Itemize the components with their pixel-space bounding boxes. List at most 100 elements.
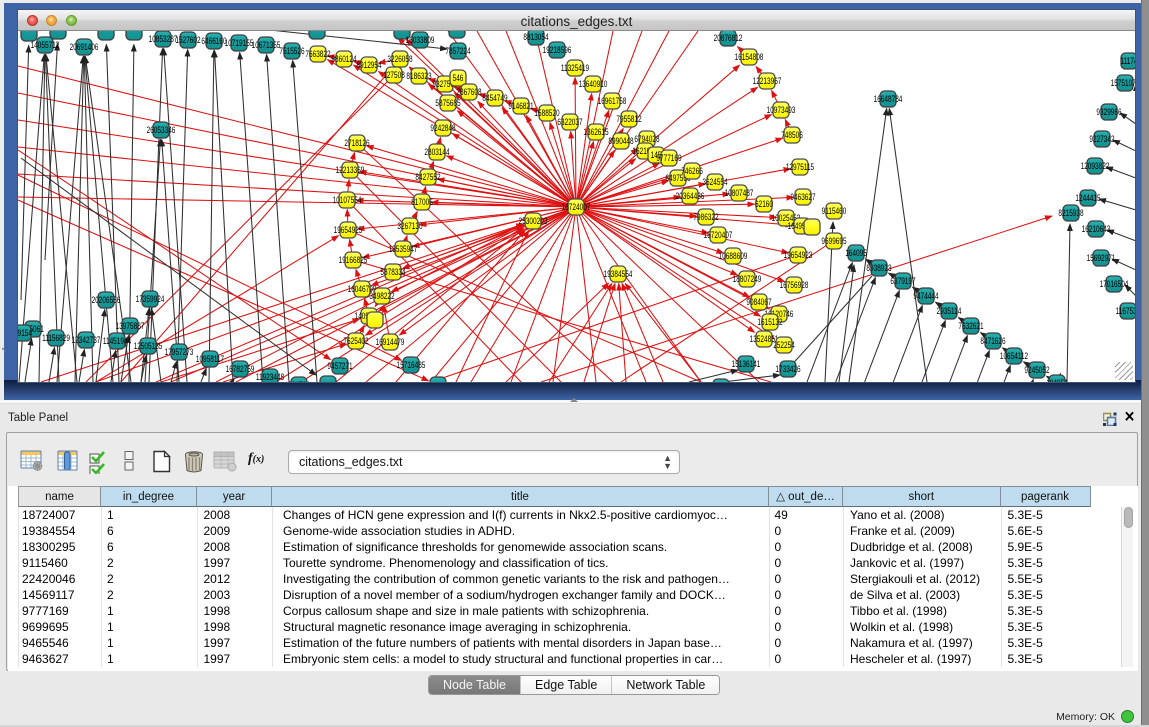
svg-text:16914479: 16914479	[376, 337, 405, 347]
svg-text:10107554: 10107554	[333, 195, 362, 205]
svg-text:8912954: 8912954	[356, 60, 382, 70]
svg-text:127508: 127508	[383, 70, 405, 80]
svg-text:8454749: 8454749	[482, 93, 507, 103]
svg-text:17016504: 17016504	[1100, 279, 1129, 289]
svg-text:19384554: 19384554	[604, 269, 633, 279]
svg-text:10853287: 10853287	[149, 34, 178, 44]
svg-text:11325419: 11325419	[561, 63, 589, 73]
svg-text:12093822: 12093822	[1081, 161, 1110, 171]
svg-text:16210643: 16210643	[1082, 224, 1111, 234]
svg-text:17957273: 17957273	[165, 347, 194, 357]
svg-text:20206556: 20206556	[92, 295, 121, 305]
svg-text:9242848: 9242848	[430, 123, 456, 133]
svg-text:3624554: 3624554	[702, 177, 728, 187]
svg-text:12213967: 12213967	[753, 76, 782, 86]
svg-text:8471626: 8471626	[980, 336, 1006, 346]
svg-text:10973493: 10973493	[767, 105, 796, 115]
svg-text:9474444: 9474444	[913, 291, 939, 301]
svg-text:8813054: 8813054	[523, 32, 549, 42]
svg-text:12505135: 12505135	[134, 341, 163, 351]
svg-text:19166825: 19166825	[339, 255, 368, 265]
svg-text:25300203: 25300203	[519, 216, 548, 226]
svg-text:8186323: 8186323	[406, 71, 432, 81]
svg-text:817006: 817006	[411, 197, 433, 207]
svg-text:9227342: 9227342	[1089, 134, 1114, 144]
svg-text:13975887: 13975887	[116, 321, 145, 331]
svg-text:13640910: 13640910	[579, 79, 608, 89]
svg-text:104951: 104951	[1046, 378, 1068, 382]
svg-text:11451944: 11451944	[103, 336, 132, 346]
svg-text:12975115: 12975115	[786, 162, 815, 172]
svg-text:746266: 746266	[681, 166, 703, 176]
svg-text:10807487: 10807487	[725, 188, 754, 198]
svg-text:14055712: 14055712	[31, 40, 60, 50]
svg-text:9084067: 9084067	[746, 297, 771, 307]
svg-text:26053346: 26053346	[147, 125, 176, 135]
svg-text:18807249: 18807249	[733, 274, 762, 284]
svg-text:8938923: 8938923	[866, 263, 892, 273]
svg-text:9329966: 9329966	[1096, 107, 1122, 117]
svg-text:2867608: 2867608	[456, 87, 482, 97]
svg-text:62160: 62160	[755, 199, 774, 209]
svg-text:8427552: 8427552	[415, 172, 440, 182]
svg-text:16033809: 16033809	[406, 35, 435, 45]
svg-text:9777169: 9777169	[656, 153, 681, 163]
svg-text:1244415: 1244415	[1075, 193, 1101, 203]
svg-text:1615132: 1615132	[757, 317, 782, 327]
svg-text:11174: 11174	[1120, 56, 1135, 66]
svg-text:9463627: 9463627	[790, 192, 815, 202]
svg-text:8215938: 8215938	[1058, 208, 1084, 218]
svg-text:7986322: 7986322	[693, 212, 718, 222]
svg-text:16648784: 16648784	[874, 94, 903, 104]
svg-text:164095: 164095	[845, 248, 867, 258]
svg-text:7515526: 7515526	[279, 46, 305, 56]
svg-text:15692971: 15692971	[1087, 253, 1116, 263]
svg-text:16154808: 16154808	[735, 52, 764, 62]
svg-text:3498222: 3498222	[369, 291, 394, 301]
svg-text:9699695: 9699695	[821, 236, 847, 246]
svg-text:2803144: 2803144	[424, 147, 450, 157]
svg-text:39154: 39154	[18, 328, 33, 338]
svg-text:19654925: 19654925	[334, 225, 363, 235]
svg-text:11156829: 11156829	[42, 333, 70, 343]
svg-text:1167534: 1167534	[1116, 306, 1135, 316]
svg-text:15720407: 15720407	[704, 230, 733, 240]
svg-text:15751074: 15751074	[1111, 78, 1135, 88]
svg-text:1733426: 1733426	[775, 364, 801, 374]
svg-text:15716485: 15716485	[397, 360, 426, 370]
svg-text:19218596: 19218596	[543, 45, 572, 55]
svg-text:1588520: 1588520	[534, 108, 560, 118]
svg-text:252254: 252254	[773, 340, 795, 350]
svg-text:1527602: 1527602	[175, 35, 200, 45]
svg-text:10688609: 10688609	[719, 251, 748, 261]
svg-text:20691406: 20691406	[70, 42, 99, 52]
svg-text:7625402: 7625402	[343, 336, 368, 346]
svg-text:9457271: 9457271	[327, 361, 352, 371]
svg-text:16756928: 16756928	[780, 280, 809, 290]
svg-text:11923448: 11923448	[256, 372, 285, 382]
svg-text:748506: 748506	[781, 130, 803, 140]
svg-text:7955812: 7955812	[616, 114, 641, 124]
svg-text:15136141: 15136141	[732, 359, 761, 369]
svg-text:13535947: 13535947	[389, 244, 418, 254]
svg-text:20876812: 20876812	[714, 33, 743, 43]
svg-text:9860124: 9860124	[331, 54, 357, 64]
svg-text:3267130: 3267130	[397, 221, 423, 231]
svg-text:20364436: 20364436	[676, 191, 705, 201]
svg-text:8990448: 8990448	[608, 136, 634, 146]
svg-text:10671355: 10671355	[252, 40, 281, 50]
svg-text:6379197: 6379197	[890, 276, 915, 286]
svg-text:9245052: 9245052	[1024, 365, 1049, 375]
svg-text:10958117: 10958117	[196, 354, 224, 364]
svg-text:9115460: 9115460	[822, 206, 847, 216]
svg-text:10654112: 10654112	[1000, 351, 1028, 361]
svg-text:7632621: 7632621	[958, 321, 983, 331]
svg-text:2718126: 2718126	[344, 138, 370, 148]
svg-text:2935114: 2935114	[937, 306, 962, 316]
svg-text:924504: 924504	[288, 380, 310, 382]
svg-text:16782759: 16782759	[226, 364, 255, 374]
svg-text:12213369: 12213369	[336, 165, 365, 175]
svg-text:19654923: 19654923	[784, 250, 813, 260]
svg-text:546: 546	[453, 73, 464, 83]
svg-text:18724007: 18724007	[562, 202, 591, 212]
